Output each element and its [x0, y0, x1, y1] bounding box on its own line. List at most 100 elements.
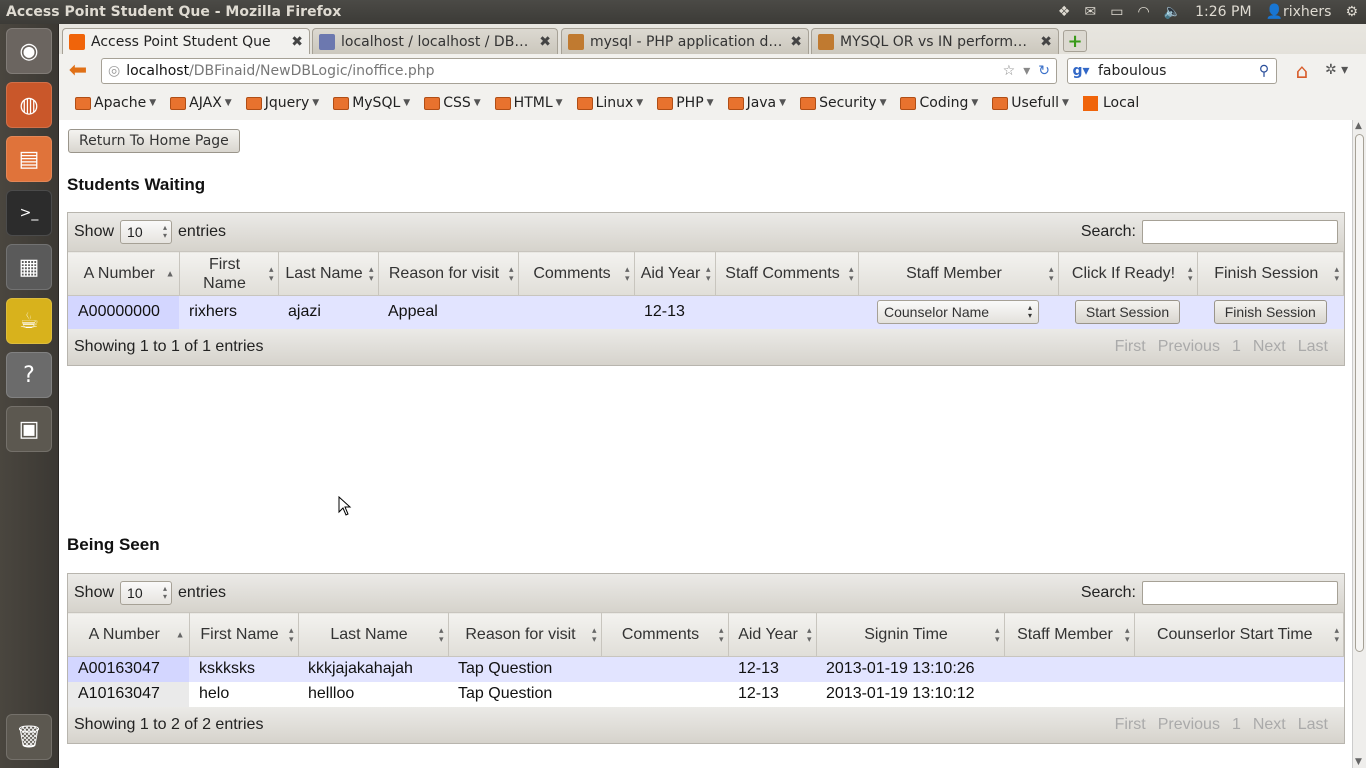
col-counselor-start-time[interactable]: Counserlor Start Time ▴ ▾: [1134, 612, 1344, 657]
table-row[interactable]: A10163047 helo hellloo Tap Question 12-1…: [68, 681, 1344, 707]
scrollbar-thumb[interactable]: [1355, 134, 1364, 652]
col-aid-year[interactable]: Aid Year ▴ ▾: [634, 251, 716, 296]
pager-next[interactable]: Next: [1253, 716, 1286, 734]
col-staff-comments[interactable]: Staff Comments ▴ ▾: [715, 251, 859, 296]
pager-last[interactable]: Last: [1298, 338, 1328, 356]
close-icon[interactable]: ✖: [539, 34, 551, 50]
tab-phpmyadmin[interactable]: localhost / localhost / DBFi… ✖: [312, 28, 558, 54]
col-click-if-ready[interactable]: Click If Ready! ▴ ▾: [1058, 251, 1198, 296]
trash-icon[interactable]: 🗑: [6, 714, 52, 760]
reload-icon[interactable]: ↻: [1038, 63, 1050, 79]
calculator-icon[interactable]: ▦: [6, 244, 52, 290]
firefox-icon[interactable]: ◍: [6, 82, 52, 128]
start-session-button[interactable]: Start Session: [1074, 300, 1181, 325]
google-icon[interactable]: g▾: [1068, 59, 1094, 83]
bookmark-folder-apache[interactable]: Apache ▼: [75, 95, 156, 111]
col-first-name[interactable]: First Name ▴ ▾: [179, 251, 279, 296]
pager-previous[interactable]: Previous: [1158, 716, 1220, 734]
bookmark-folder-php[interactable]: PHP ▼: [657, 95, 714, 111]
help-icon[interactable]: ?: [6, 352, 52, 398]
col-first-name[interactable]: First Name ▴ ▾: [189, 612, 299, 657]
bookmark-folder-html[interactable]: HTML ▼: [494, 95, 563, 111]
col-staff-member[interactable]: Staff Member ▴ ▾: [1004, 612, 1135, 657]
pager-page[interactable]: 1: [1232, 338, 1241, 356]
bookmark-folder-usefull[interactable]: Usefull ▼: [992, 95, 1069, 111]
pager-page[interactable]: 1: [1232, 716, 1241, 734]
col-signin-time[interactable]: Signin Time ▴ ▾: [816, 612, 1005, 657]
close-icon[interactable]: ✖: [790, 34, 802, 50]
bookmark-star-icon[interactable]: ☆: [1003, 63, 1016, 79]
col-last-name[interactable]: Last Name ▴ ▾: [278, 251, 379, 296]
files-icon[interactable]: ▤: [6, 136, 52, 182]
pager-previous[interactable]: Previous: [1158, 338, 1220, 356]
page-length-select[interactable]: 10 ▴ ▾: [120, 220, 173, 244]
home-icon[interactable]: ⌂: [1289, 59, 1315, 83]
col-anumber[interactable]: A Number ▲: [68, 612, 190, 657]
search-bar[interactable]: g▾ faboulous ⚲: [1067, 58, 1277, 84]
bookmark-folder-coding[interactable]: Coding ▼: [900, 95, 978, 111]
page-length-select[interactable]: 10 ▴ ▾: [120, 581, 173, 605]
pager-first[interactable]: First: [1115, 716, 1146, 734]
return-home-button[interactable]: Return To Home Page: [68, 129, 240, 153]
wifi-icon[interactable]: ◠: [1137, 4, 1149, 20]
table-search-input[interactable]: [1142, 220, 1338, 244]
back-arrow-icon[interactable]: ⬅: [65, 57, 91, 83]
workspace-switcher-icon[interactable]: ▣: [6, 406, 52, 452]
bookmark-label: Usefull: [1011, 95, 1060, 111]
bookmark-folder-jquery[interactable]: Jquery ▼: [245, 95, 319, 111]
teapot-icon[interactable]: ☕: [6, 298, 52, 344]
mail-icon[interactable]: ✉: [1084, 4, 1096, 20]
bookmark-folder-java[interactable]: Java ▼: [727, 95, 786, 111]
finish-session-button[interactable]: Finish Session: [1213, 300, 1327, 325]
dash-home-icon[interactable]: ◉: [6, 28, 52, 74]
bookmark-local[interactable]: Local: [1082, 95, 1139, 111]
user-menu[interactable]: 👤rixhers: [1266, 4, 1332, 20]
scroll-down-arrow-icon[interactable]: ▼: [1355, 757, 1362, 767]
magnifier-icon[interactable]: ⚲: [1252, 63, 1276, 79]
bookmark-label: AJAX: [189, 95, 222, 111]
pager-next[interactable]: Next: [1253, 338, 1286, 356]
bookmark-folder-css[interactable]: CSS ▼: [424, 95, 481, 111]
gear-icon[interactable]: ⚙: [1345, 4, 1358, 20]
url-path: /DBFinaid/NewDBLogic/inoffice.php: [189, 63, 435, 79]
col-aid-year[interactable]: Aid Year ▴ ▾: [728, 612, 817, 657]
col-anumber[interactable]: A Number ▲: [68, 251, 180, 296]
col-reason[interactable]: Reason for visit ▴ ▾: [378, 251, 519, 296]
col-last-name[interactable]: Last Name ▴ ▾: [298, 612, 449, 657]
scroll-up-arrow-icon[interactable]: ▲: [1355, 121, 1362, 131]
url-bar[interactable]: ◎ localhost/DBFinaid/NewDBLogic/inoffice…: [101, 58, 1057, 84]
dropbox-icon[interactable]: ❖: [1058, 4, 1071, 20]
clock[interactable]: 1:26 PM: [1195, 4, 1251, 20]
col-reason[interactable]: Reason for visit ▴ ▾: [448, 612, 602, 657]
col-finish-session[interactable]: Finish Session ▴ ▾: [1197, 251, 1344, 296]
table-search-input[interactable]: [1142, 581, 1338, 605]
table-row[interactable]: A00000000 rixhers ajazi Appeal 12-13 Cou…: [68, 295, 1344, 329]
vertical-scrollbar[interactable]: ▲ ▼: [1352, 120, 1366, 768]
cell-staff-comments: [715, 295, 858, 329]
counselor-select[interactable]: Counselor Name ▴ ▾: [877, 300, 1039, 325]
search-input[interactable]: faboulous: [1094, 63, 1252, 79]
col-staff-member[interactable]: Staff Member ▴ ▾: [858, 251, 1059, 296]
sort-both-icon: ▴ ▾: [1334, 263, 1339, 283]
terminal-icon[interactable]: >_: [6, 190, 52, 236]
battery-icon[interactable]: ▭: [1110, 4, 1123, 20]
new-tab-button[interactable]: +: [1063, 30, 1087, 52]
tab-access-point[interactable]: Access Point Student Que ✖: [62, 28, 310, 54]
bookmark-folder-linux[interactable]: Linux ▼: [576, 95, 643, 111]
tab-stackoverflow-mysql[interactable]: MYSQL OR vs IN performan… ✖: [811, 28, 1059, 54]
pager-first[interactable]: First: [1115, 338, 1146, 356]
bookmark-folder-ajax[interactable]: AJAX ▼: [170, 95, 232, 111]
col-comments[interactable]: Comments ▴ ▾: [518, 251, 635, 296]
pager-last[interactable]: Last: [1298, 716, 1328, 734]
table-row[interactable]: A00163047 kskksks kkkjajakahajah Tap Que…: [68, 656, 1344, 682]
volume-icon[interactable]: 🔈: [1164, 4, 1181, 20]
close-icon[interactable]: ✖: [1040, 34, 1052, 50]
bookmark-folder-security[interactable]: Security ▼: [800, 95, 886, 111]
bookmark-folder-mysql[interactable]: MySQL ▼: [333, 95, 410, 111]
close-icon[interactable]: ✖: [291, 34, 303, 50]
addon-icon[interactable]: ✲ ▾: [1325, 62, 1348, 78]
sort-both-icon: ▴ ▾: [1187, 263, 1193, 283]
tab-stackoverflow-php[interactable]: mysql - PHP application dat… ✖: [561, 28, 809, 54]
col-comments[interactable]: Comments ▴ ▾: [601, 612, 729, 657]
dropdown-arrow-icon[interactable]: ▾: [1023, 63, 1030, 79]
